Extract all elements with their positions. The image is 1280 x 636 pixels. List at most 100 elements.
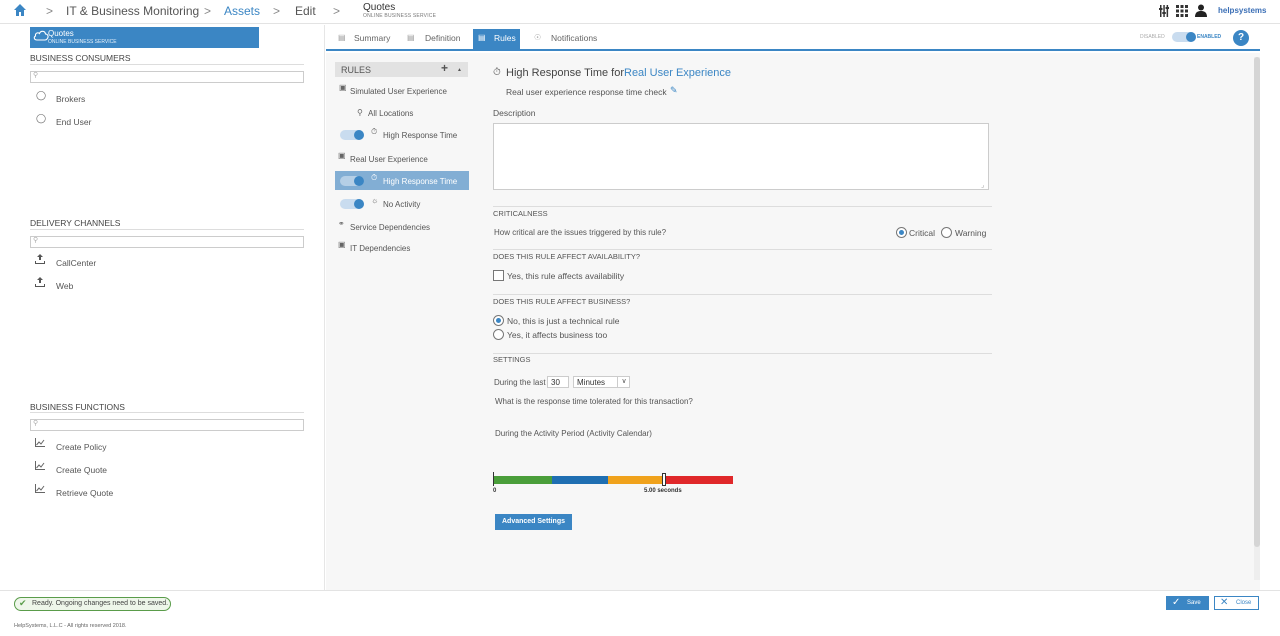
close-icon: ✕ (1220, 597, 1229, 608)
search-icon: ⚲ (33, 237, 39, 244)
location-pin-icon: ⚲ (357, 108, 363, 117)
save-button[interactable]: ✓ Save (1166, 596, 1209, 610)
section-criticalness: CRITICALNESS (493, 209, 548, 218)
radio-warning-label: Warning (955, 228, 987, 238)
divider (493, 294, 992, 295)
channels-search-input[interactable]: ⚲ (30, 236, 304, 248)
tree-item-all-locations[interactable]: All Locations (368, 109, 413, 118)
list-icon: ▤ (478, 33, 486, 42)
scrollbar-thumb[interactable] (1254, 57, 1260, 547)
rule-subtitle: Real user experience response time check (506, 87, 667, 97)
tree-item-simulated-user-experience[interactable]: Simulated User Experience (350, 87, 447, 96)
rule-toggle[interactable] (340, 199, 364, 209)
asset-title: Quotes (48, 29, 74, 38)
radio-affects-business[interactable] (493, 329, 504, 340)
upload-icon (35, 254, 45, 266)
left-panel (0, 25, 325, 590)
duration-input[interactable]: 30 (547, 376, 569, 388)
toggle-knob (1186, 32, 1196, 42)
tab-definition[interactable]: Definition (425, 33, 460, 47)
list-item-end-user[interactable]: End User (56, 117, 91, 127)
tab-summary[interactable]: Summary (354, 33, 390, 47)
threshold-value-label: 5.00 seconds (644, 488, 682, 494)
advanced-settings-button[interactable]: Advanced Settings (495, 514, 572, 530)
pencil-icon[interactable]: ✎ (670, 85, 678, 96)
radio-warning[interactable] (941, 227, 952, 238)
chart-line-icon (35, 438, 45, 449)
network-icon: ▣ (338, 240, 346, 249)
rule-title: High Response Time for (506, 67, 624, 79)
radio-technical-rule-label: No, this is just a technical rule (507, 316, 620, 326)
bell-icon: ☉ (534, 33, 542, 42)
tab-bar (326, 25, 1260, 51)
footer (0, 590, 1280, 636)
radio-technical-rule[interactable] (493, 315, 504, 326)
breadcrumb-separator: > (204, 4, 212, 18)
rule-toggle[interactable] (340, 130, 364, 140)
check-circle-icon: ✔ (19, 598, 27, 608)
breadcrumb-assets[interactable]: Assets (224, 4, 260, 18)
list-item-callcenter[interactable]: CallCenter (56, 258, 96, 268)
description-textarea[interactable] (493, 123, 989, 190)
check-icon: ✓ (1172, 597, 1181, 608)
chevron-down-icon[interactable]: ∨ (617, 376, 630, 388)
asset-subtitle: ONLINE BUSINESS SERVICE (48, 39, 117, 45)
threshold-slider-handle[interactable] (662, 473, 666, 486)
threshold-segment-green (494, 476, 552, 484)
section-availability: DOES THIS RULE AFFECT AVAILABILITY? (493, 252, 640, 261)
breadcrumb-separator: > (273, 4, 281, 18)
monitor-icon: ▣ (338, 151, 346, 160)
radio-affects-business-label: Yes, it affects business too (507, 330, 608, 340)
toggle-on-label: ENABLED (1197, 34, 1222, 40)
breadcrumb-monitoring[interactable]: IT & Business Monitoring (66, 4, 199, 18)
list-item-retrieve-quote[interactable]: Retrieve Quote (56, 488, 113, 498)
functions-search-input[interactable]: ⚲ (30, 419, 304, 431)
breadcrumb-edit[interactable]: Edit (295, 4, 316, 18)
list-item-create-quote[interactable]: Create Quote (56, 465, 107, 475)
robot-icon: ▣ (339, 83, 347, 92)
search-icon: ⚲ (33, 420, 39, 427)
stopwatch-icon: ⏱ (493, 67, 501, 78)
sleep-icon: ☼ (371, 196, 379, 205)
tree-item-high-response-time[interactable]: High Response Time (383, 131, 457, 140)
consumers-search-input[interactable]: ⚲ (30, 71, 304, 83)
enable-toggle[interactable] (1172, 32, 1196, 42)
tree-item-high-response-time-selected: High Response Time (383, 177, 458, 186)
breadcrumb-current-title: Quotes (363, 2, 396, 13)
rule-toggle[interactable] (340, 176, 364, 186)
close-button[interactable]: ✕ Close (1214, 596, 1259, 610)
apps-grid-icon[interactable] (1176, 5, 1188, 19)
threshold-segment-orange (608, 476, 665, 484)
toggle-knob (354, 130, 364, 140)
stopwatch-icon: ⏱ (371, 173, 378, 182)
help-button[interactable]: ? (1233, 30, 1249, 46)
list-item-create-policy[interactable]: Create Policy (56, 442, 107, 452)
divider (493, 353, 992, 354)
toggle-knob (354, 199, 364, 209)
status-text: Ready. Ongoing changes need to be saved. (32, 600, 169, 607)
home-icon[interactable] (13, 3, 27, 19)
rules-header-title: RULES (341, 65, 372, 75)
section-business: DOES THIS RULE AFFECT BUSINESS? (493, 297, 631, 306)
link-icon: ⚭ (338, 219, 345, 228)
list-item-brokers[interactable]: Brokers (56, 94, 85, 104)
rule-title-link[interactable]: Real User Experience (624, 67, 731, 79)
breadcrumb-separator: > (333, 4, 341, 18)
tree-item-it-dependencies[interactable]: IT Dependencies (350, 244, 410, 253)
tree-item-no-activity[interactable]: No Activity (383, 200, 420, 209)
tree-item-real-user-experience[interactable]: Real User Experience (350, 155, 428, 164)
add-rule-button[interactable]: + (441, 61, 448, 75)
tree-item-service-dependencies[interactable]: Service Dependencies (350, 223, 430, 232)
availability-checkbox[interactable] (493, 270, 504, 281)
person-icon: ◯ (36, 113, 47, 123)
user-icon[interactable] (1195, 4, 1207, 19)
divider (493, 206, 992, 207)
sliders-icon[interactable] (1159, 5, 1170, 19)
stopwatch-icon: ⏱ (371, 127, 378, 136)
list-item-web[interactable]: Web (56, 281, 73, 291)
caret-up-icon[interactable]: ▲ (457, 67, 462, 73)
radio-critical[interactable] (896, 227, 907, 238)
resize-handle-icon[interactable]: ⌟ (981, 181, 984, 189)
breadcrumb-current-subtitle: ONLINE BUSINESS SERVICE (363, 13, 437, 19)
tab-notifications[interactable]: Notifications (551, 33, 597, 47)
